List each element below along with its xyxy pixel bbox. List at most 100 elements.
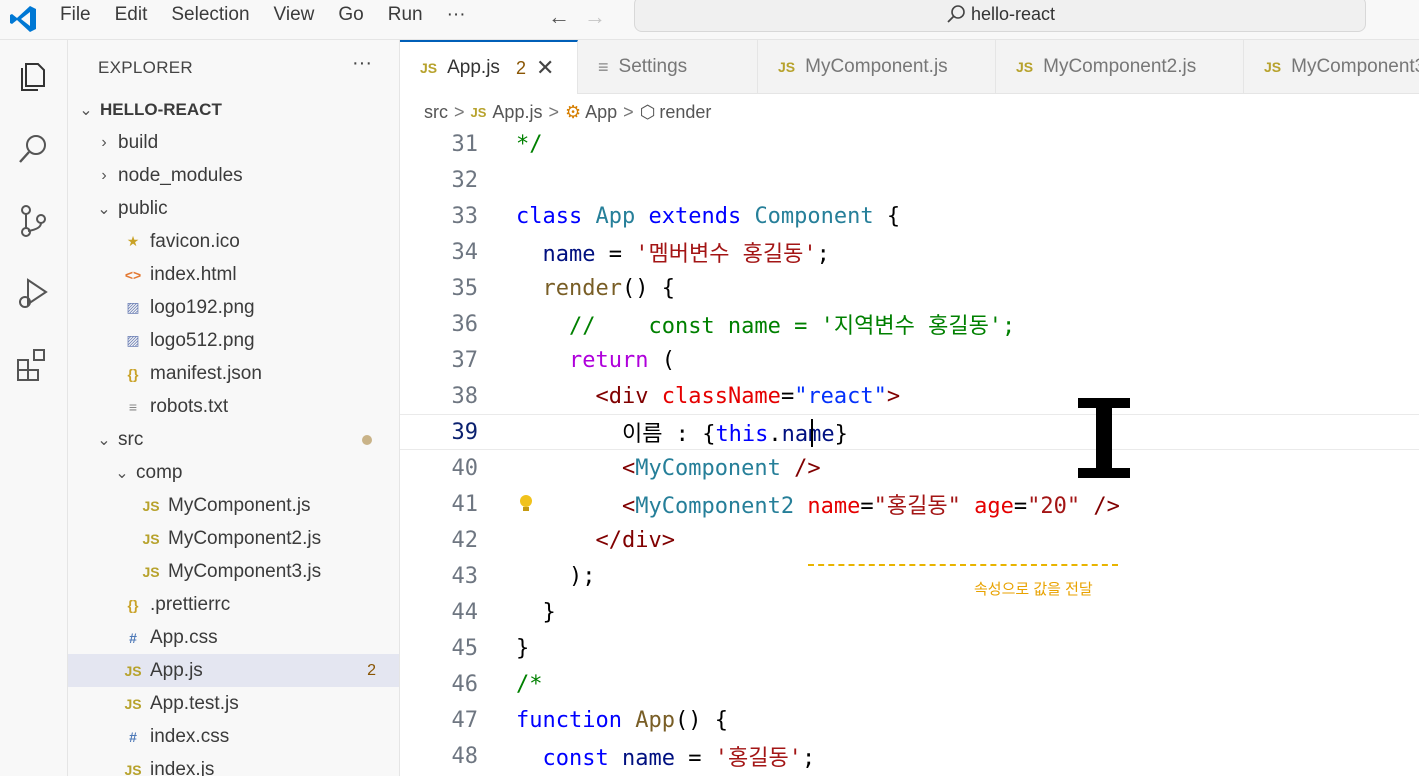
line-number: 34: [451, 239, 479, 265]
file-item[interactable]: ▨ logo192.png: [68, 291, 399, 324]
tree-item-label: favicon.ico: [150, 230, 240, 252]
file-item[interactable]: ★ favicon.ico: [68, 225, 399, 258]
json-file-icon: {}: [127, 596, 139, 613]
lightbulb-icon[interactable]: [518, 494, 534, 520]
breadcrumb-class[interactable]: App: [585, 102, 617, 123]
code-line[interactable]: 42 </div>: [400, 522, 1419, 558]
code-text: </div>: [595, 527, 675, 553]
code-line[interactable]: 45}: [400, 630, 1419, 666]
line-number: 36: [451, 311, 479, 337]
close-tab-icon[interactable]: ✕: [536, 55, 554, 81]
title-bar: File Edit Selection View Go Run ··· ← → …: [0, 0, 1419, 40]
menu-selection[interactable]: Selection: [159, 4, 261, 26]
code-line[interactable]: 36 // const name = '지역변수 홍길동';: [400, 306, 1419, 342]
file-item[interactable]: JS index.js: [68, 753, 399, 776]
vscode-logo-icon[interactable]: [8, 4, 38, 34]
tree-item-label: MyComponent.js: [168, 494, 311, 516]
file-item[interactable]: ▨ logo512.png: [68, 324, 399, 357]
js-file-icon: JS: [1264, 59, 1282, 75]
folder-item[interactable]: › node_modules: [68, 159, 399, 192]
file-tree: ⌄ HELLO-REACT › build › node_modules ⌄ public…: [68, 93, 399, 776]
tab-label: MyComponent2.js: [1043, 56, 1197, 77]
run-debug-icon[interactable]: [14, 274, 52, 312]
folder-item[interactable]: › build: [68, 126, 399, 159]
editor-tab[interactable]: JS App.js 2 ✕: [400, 40, 578, 94]
js-file-icon: JS: [124, 695, 142, 712]
code-line[interactable]: 31 */: [400, 126, 1419, 162]
menu-run[interactable]: Run: [376, 4, 435, 26]
source-control-icon[interactable]: [14, 202, 52, 240]
file-item[interactable]: {} .prettierrc: [68, 588, 399, 621]
code-line[interactable]: 48 const name = '홍길동';: [400, 738, 1419, 774]
editor-tab[interactable]: JS MyComponent.js: [758, 40, 996, 94]
breadcrumb-method[interactable]: render: [659, 102, 711, 123]
code-line[interactable]: 47 function App() {: [400, 702, 1419, 738]
code-line[interactable]: 35 render() {: [400, 270, 1419, 306]
tab-label: MyComponent3.js: [1291, 56, 1419, 77]
code-line[interactable]: 32: [400, 162, 1419, 198]
tree-item-label: public: [118, 197, 168, 219]
folder-item[interactable]: ⌄ src: [68, 423, 399, 456]
project-root[interactable]: ⌄ HELLO-REACT: [68, 93, 399, 126]
tree-item-label: .prettierrc: [150, 593, 231, 615]
tree-item-label: index.js: [150, 758, 215, 776]
code-line[interactable]: 44 }: [400, 594, 1419, 630]
extensions-icon[interactable]: [14, 346, 52, 384]
command-center-search[interactable]: hello-react: [634, 0, 1366, 32]
menu-more[interactable]: ···: [435, 4, 478, 26]
breadcrumb-file[interactable]: App.js: [492, 102, 542, 123]
explorer-more-button[interactable]: ···: [352, 52, 372, 75]
file-item[interactable]: JS App.test.js: [68, 687, 399, 720]
breadcrumb-src[interactable]: src: [424, 102, 448, 123]
code-line[interactable]: 46 /*: [400, 666, 1419, 702]
file-item[interactable]: JS MyComponent.js: [68, 489, 399, 522]
file-item[interactable]: # index.css: [68, 720, 399, 753]
folder-item[interactable]: ⌄ comp: [68, 456, 399, 489]
class-symbol-icon: ⚙: [564, 101, 582, 122]
method-symbol-icon: ⬡: [639, 101, 656, 122]
file-item[interactable]: <> index.html: [68, 258, 399, 291]
file-item[interactable]: JS App.js 2: [68, 654, 399, 687]
file-item[interactable]: JS MyComponent2.js: [68, 522, 399, 555]
search-icon[interactable]: [14, 130, 52, 168]
editor-tab[interactable]: JS MyComponent3.js: [1244, 40, 1419, 94]
folder-item[interactable]: ⌄ public: [68, 192, 399, 225]
file-item[interactable]: # App.css: [68, 621, 399, 654]
search-icon: [947, 5, 965, 23]
editor-area: JS App.js 2 ✕ ≡ Settings JS MyComponent.js JS MyC…: [400, 40, 1419, 776]
tree-item-label: index.html: [150, 263, 237, 285]
tree-item-label: comp: [136, 461, 183, 483]
file-item[interactable]: ≡ robots.txt: [68, 390, 399, 423]
file-item[interactable]: JS MyComponent3.js: [68, 555, 399, 588]
code-text: const name = '홍길동';: [542, 746, 816, 771]
menu-go[interactable]: Go: [326, 4, 375, 26]
code-line[interactable]: 41 <MyComponent2 name="홍길동" age="20" />: [400, 486, 1419, 522]
file-item[interactable]: {} manifest.json: [68, 357, 399, 390]
annotation-underline: [808, 564, 1118, 566]
code-line[interactable]: 38 <div className="react">: [400, 378, 1419, 414]
code-text: );: [516, 563, 596, 589]
menu-edit[interactable]: Edit: [103, 4, 160, 26]
editor-tab[interactable]: ≡ Settings: [578, 40, 758, 94]
css-file-icon: #: [129, 728, 137, 745]
back-arrow-icon[interactable]: ←: [548, 4, 570, 30]
editor-tab[interactable]: JS MyComponent2.js: [996, 40, 1244, 94]
menu-bar: File Edit Selection View Go Run ···: [48, 0, 478, 30]
code-line-current[interactable]: 39 이름 : {this.name}: [400, 414, 1419, 450]
line-number: 46: [451, 671, 479, 697]
menu-view[interactable]: View: [262, 4, 327, 26]
code-line[interactable]: 40 <MyComponent />: [400, 450, 1419, 486]
js-file-icon: JS: [124, 662, 142, 679]
explorer-icon[interactable]: [14, 56, 52, 94]
code-line[interactable]: 34 name = '멤버변수 홍길동';: [400, 234, 1419, 270]
code-line[interactable]: 37 return (: [400, 342, 1419, 378]
tree-item-label: src: [118, 428, 144, 450]
code-view[interactable]: 31 */ 32 33 class App extends Component {34 …: [400, 126, 1419, 774]
menu-file[interactable]: File: [48, 4, 103, 26]
annotation-label: 속성으로 값을 전달: [974, 581, 1093, 598]
forward-arrow-icon[interactable]: →: [584, 4, 606, 30]
editor-tabs: JS App.js 2 ✕ ≡ Settings JS MyComponent.js JS MyC…: [400, 40, 1419, 94]
code-line[interactable]: 33 class App extends Component {: [400, 198, 1419, 234]
line-number: 44: [451, 599, 479, 625]
activity-bar: [0, 40, 68, 776]
